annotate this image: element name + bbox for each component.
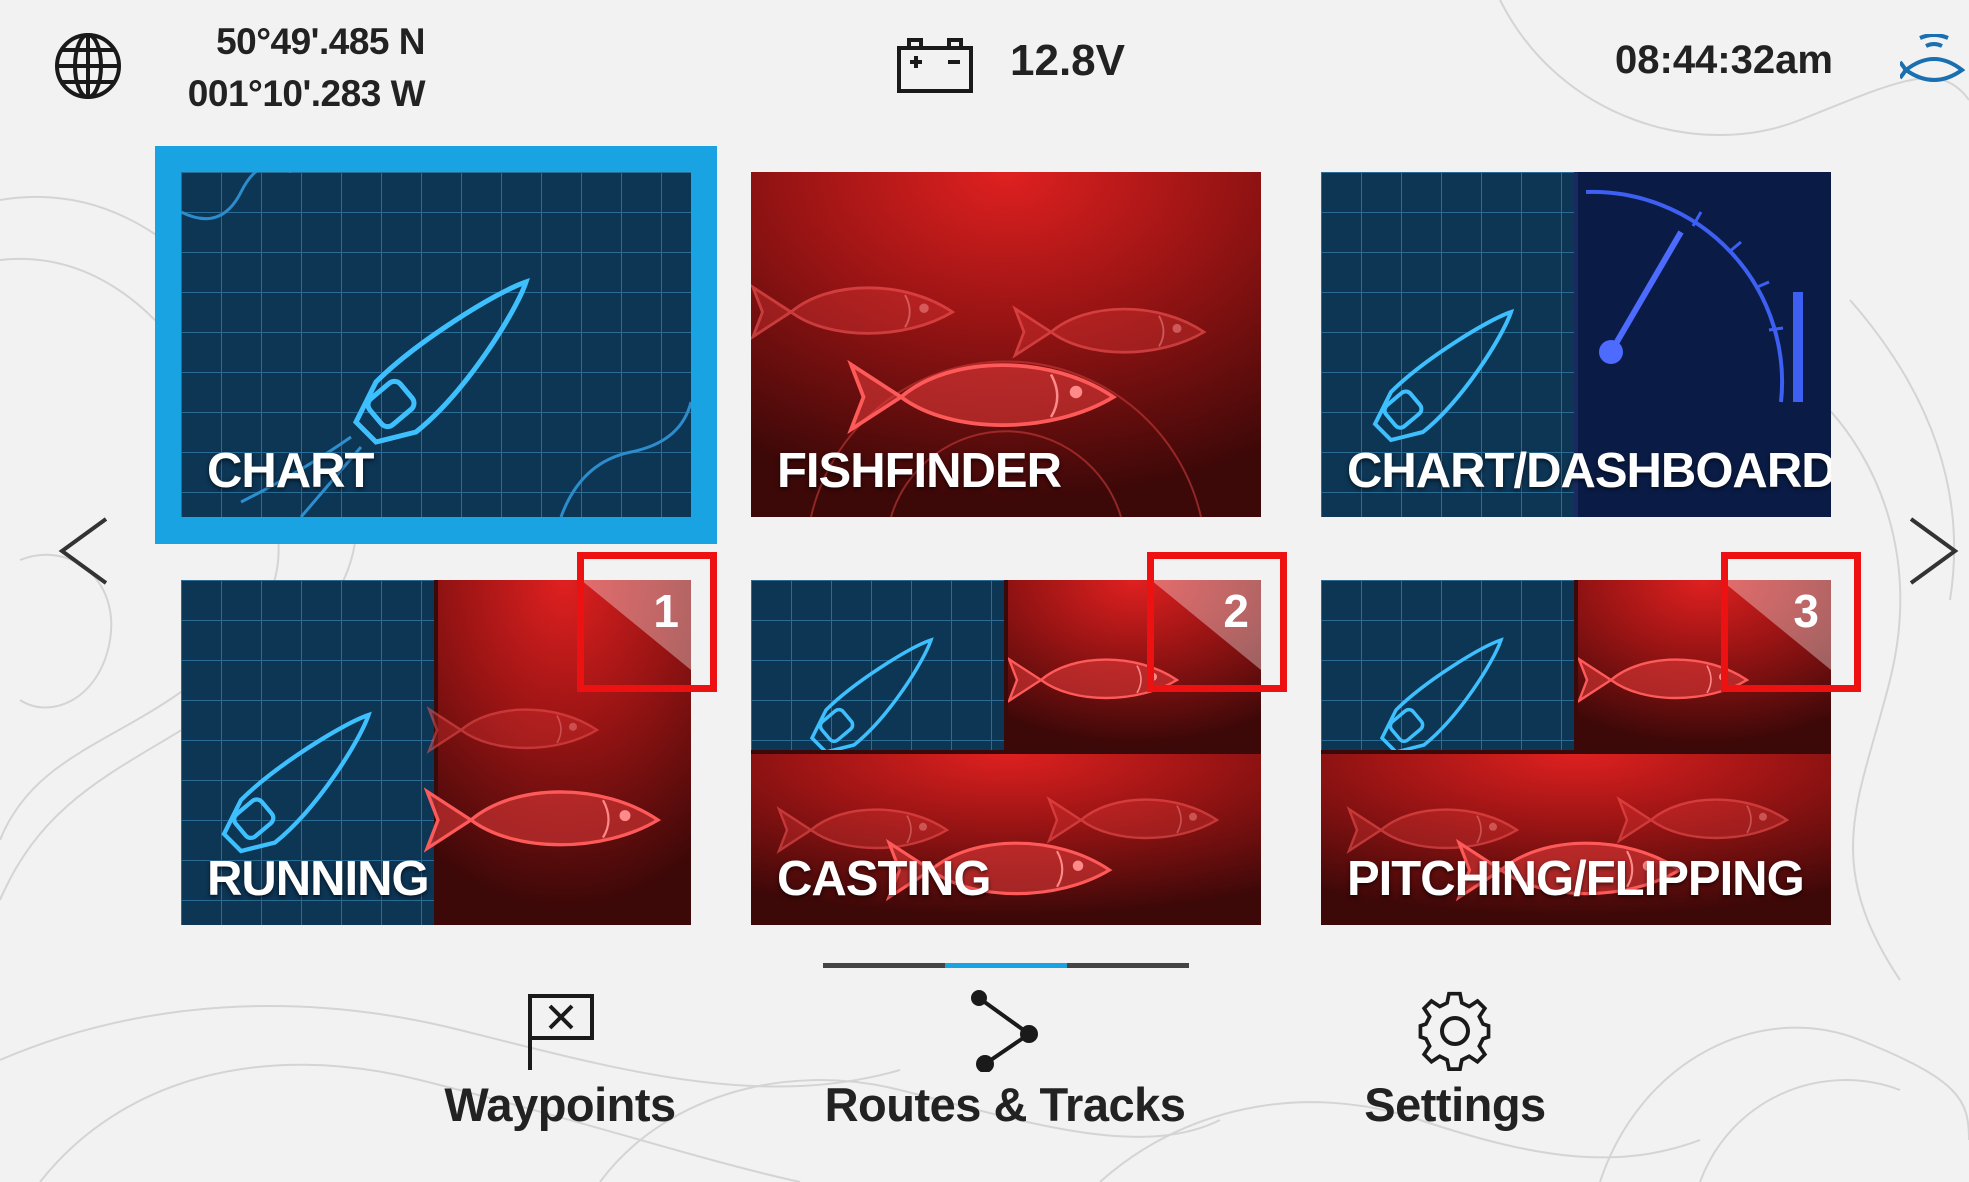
voltage-readout: 12.8V [1010,36,1125,85]
clock-readout: 08:44:32am [1615,38,1833,82]
waypoint-flag-icon [528,994,594,1070]
tile-label: CASTING [777,852,991,906]
waypoints-label: Waypoints [444,1078,676,1131]
tile-label: CHART [207,444,374,498]
settings-button[interactable]: Settings [1325,990,1585,1132]
waypoints-button[interactable]: Waypoints [430,990,690,1132]
routes-tracks-label: Routes & Tracks [824,1078,1186,1131]
settings-label: Settings [1364,1078,1546,1131]
previous-page-arrow[interactable] [56,515,112,587]
tile-label: RUNNING [207,852,430,906]
annotation-box-2 [1147,552,1287,692]
annotation-box-3 [1721,552,1861,692]
page-indicator-1[interactable] [823,963,945,968]
page-indicator-3[interactable] [1067,963,1189,968]
gps-position: 50°49'.485 N 001°10'.283 W [165,16,426,120]
tile-chart[interactable]: CHART [181,172,691,517]
fish-sonar-icon[interactable] [1900,34,1969,94]
next-page-arrow[interactable] [1905,515,1961,587]
tile-chart-dashboard[interactable]: CHART/DASHBOARD [1321,172,1831,517]
globe-icon[interactable] [52,30,124,102]
tile-label: FISHFINDER [777,444,1062,498]
route-icon [971,990,1038,1073]
annotation-box-1 [577,552,717,692]
gear-icon [1418,991,1491,1071]
battery-icon [897,38,973,93]
tile-label: CHART/DASHBOARD [1347,444,1831,498]
tile-fishfinder[interactable]: FISHFINDER [751,172,1261,517]
latitude: 50°49'.485 N [216,21,425,62]
routes-tracks-button[interactable]: Routes & Tracks [820,990,1190,1132]
page-indicator-2[interactable] [945,963,1067,968]
longitude: 001°10'.283 W [187,73,426,114]
tile-label: PITCHING/FLIPPING [1347,852,1805,906]
